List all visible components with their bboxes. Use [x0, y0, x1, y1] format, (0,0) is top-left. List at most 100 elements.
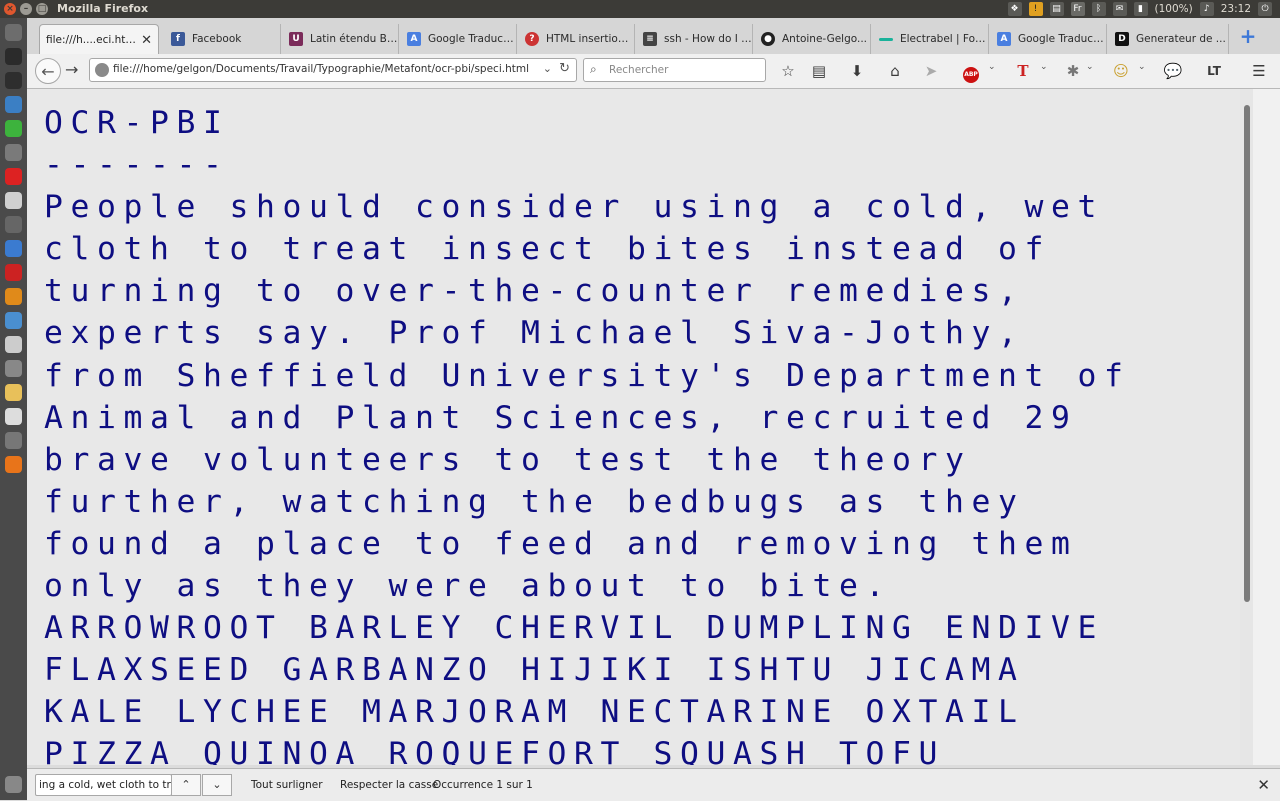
app-icon[interactable]	[5, 432, 22, 449]
find-previous-button[interactable]: ⌃	[171, 774, 201, 796]
unicode-icon: U	[289, 32, 303, 46]
extension-icon[interactable]: ✱	[1062, 60, 1084, 82]
tab-facebook[interactable]: f Facebook	[165, 24, 281, 54]
tab-close-icon[interactable]: ✕	[141, 33, 152, 48]
keyboard-layout-indicator[interactable]: Fr	[1070, 2, 1085, 16]
document-icon[interactable]	[5, 336, 22, 353]
greasemonkey-icon[interactable]: ☺	[1110, 60, 1132, 82]
home-icon[interactable]: ⌂	[884, 60, 906, 82]
tab-html-insertion[interactable]: ? HTML insertion ...	[519, 24, 635, 54]
adblock-dropdown-icon[interactable]: ⌄	[988, 62, 996, 72]
filezilla-icon[interactable]	[5, 264, 22, 281]
tab-electrabel[interactable]: Electrabel | For...	[873, 24, 989, 54]
scrollbar-thumb[interactable]	[1244, 105, 1250, 602]
scanner-icon[interactable]	[5, 360, 22, 377]
search-bar[interactable]: ⌕ Rechercher	[583, 58, 766, 82]
window-margin	[1253, 89, 1280, 765]
pdf-viewer-icon[interactable]	[5, 168, 22, 185]
text-tool-dropdown-icon[interactable]: ⌄	[1040, 62, 1048, 72]
facebook-icon: f	[171, 32, 185, 46]
tab-label: ssh - How do I t...	[664, 33, 752, 45]
text-editor-icon[interactable]	[5, 384, 22, 401]
tab-google-translate-2[interactable]: A Google Traduct...	[991, 24, 1107, 54]
downloads-icon[interactable]: ⬇	[846, 60, 868, 82]
window-title: Mozilla Firefox	[57, 2, 149, 15]
search-placeholder[interactable]: Rechercher	[609, 64, 668, 76]
tab-label: Electrabel | For...	[900, 33, 988, 45]
stackoverflow-icon: ≡	[643, 32, 657, 46]
page-content: OCR-PBI ------- People should consider u…	[27, 89, 1240, 765]
hdd-icon[interactable]: ▤	[1049, 2, 1064, 16]
close-window-icon[interactable]: ×	[4, 3, 16, 15]
warning-icon[interactable]: !	[1028, 2, 1043, 16]
greasemonkey-dropdown-icon[interactable]: ⌄	[1138, 62, 1146, 72]
highlight-all-button[interactable]: Tout surligner	[251, 779, 323, 791]
chat-icon[interactable]: 💬	[1162, 60, 1184, 82]
power-icon[interactable]: ⏻	[1258, 2, 1272, 16]
tab-google-translate[interactable]: A Google Traduct...	[401, 24, 517, 54]
search-icon[interactable]: ⌕	[590, 62, 597, 77]
bookmarks-menu-icon[interactable]: ▤	[808, 60, 830, 82]
inkscape-icon[interactable]	[5, 72, 22, 89]
navigation-bar: ← → file:///home/gelgon/Documents/Travai…	[27, 54, 1280, 89]
minimize-window-icon[interactable]: –	[20, 3, 32, 15]
tab-label: Latin étendu B ...	[310, 33, 398, 45]
dash-icon[interactable]	[5, 24, 22, 41]
firefox-icon[interactable]	[5, 456, 22, 473]
adblock-icon[interactable]: ABP	[960, 60, 982, 83]
clock[interactable]: 23:12	[1221, 3, 1251, 15]
menu-icon[interactable]: ☰	[1248, 60, 1270, 82]
tab-label: Generateur de ...	[1136, 33, 1226, 45]
vertical-scrollbar[interactable]	[1240, 89, 1253, 765]
translate-icon: A	[407, 32, 421, 46]
dj-icon: D	[1115, 32, 1129, 46]
maximize-window-icon[interactable]: □	[36, 3, 48, 15]
system-top-bar: × – □ Mozilla Firefox ❖ ! ▤ Fr ᛒ ✉ ▮ (10…	[0, 0, 1280, 18]
tab-active[interactable]: file:///h....eci.html ✕	[39, 24, 159, 55]
battery-percentage: (100%)	[1154, 3, 1193, 15]
tab-label: Facebook	[192, 33, 242, 45]
tab-github[interactable]: ● Antoine-Gelgo...	[755, 24, 871, 54]
mail-icon[interactable]: ✉	[1112, 2, 1127, 16]
languagetool-icon[interactable]: LT	[1203, 60, 1225, 82]
files-icon[interactable]	[5, 192, 22, 209]
forward-button[interactable]: →	[65, 60, 78, 79]
tab-ssh[interactable]: ≡ ssh - How do I t...	[637, 24, 753, 54]
tab-label: Google Traduct...	[1018, 33, 1106, 45]
network-icon[interactable]	[5, 312, 22, 329]
new-tab-button[interactable]: +	[1237, 25, 1259, 47]
translate-icon: A	[997, 32, 1011, 46]
tab-label: Google Traduct...	[428, 33, 516, 45]
writer-icon[interactable]	[5, 240, 22, 257]
webcam-icon[interactable]	[5, 408, 22, 425]
site-identity-icon[interactable]	[95, 63, 109, 77]
back-button[interactable]: ←	[35, 58, 61, 84]
settings-icon[interactable]	[5, 216, 22, 233]
send-icon[interactable]: ➤	[920, 60, 942, 82]
bookmark-star-icon[interactable]: ☆	[777, 60, 799, 82]
find-close-icon[interactable]: ✕	[1257, 776, 1270, 794]
tab-generateur[interactable]: D Generateur de ...	[1109, 24, 1229, 54]
trash-icon[interactable]	[5, 776, 22, 793]
url-history-dropdown-icon[interactable]: ⌄	[543, 62, 552, 75]
find-input[interactable]: ing a cold, wet cloth to treat	[35, 774, 172, 796]
dropbox-icon[interactable]: ❖	[1007, 2, 1022, 16]
find-status: Occurrence 1 sur 1	[433, 779, 533, 791]
volume-icon[interactable]: ♪	[1199, 2, 1214, 16]
bluetooth-icon[interactable]: ᛒ	[1091, 2, 1106, 16]
vlc-icon[interactable]	[5, 288, 22, 305]
extension-dropdown-icon[interactable]: ⌄	[1086, 62, 1094, 72]
thunderbird-icon[interactable]	[5, 96, 22, 113]
battery-icon[interactable]: ▮	[1133, 2, 1148, 16]
find-next-button[interactable]: ⌄	[202, 774, 232, 796]
tab-latin-etendu[interactable]: U Latin étendu B ...	[283, 24, 399, 54]
terminal-icon[interactable]	[5, 48, 22, 65]
text-tool-icon[interactable]: T	[1012, 60, 1034, 82]
match-case-button[interactable]: Respecter la casse	[340, 779, 438, 791]
url-text[interactable]: file:///home/gelgon/Documents/Travail/Ty…	[113, 63, 529, 75]
gimp-icon[interactable]	[5, 144, 22, 161]
reload-icon[interactable]: ↻	[559, 61, 570, 76]
pidgin-icon[interactable]	[5, 120, 22, 137]
ocr-pbi-specimen-text: OCR-PBI ------- People should consider u…	[44, 105, 1131, 765]
url-bar[interactable]: file:///home/gelgon/Documents/Travail/Ty…	[89, 58, 577, 82]
